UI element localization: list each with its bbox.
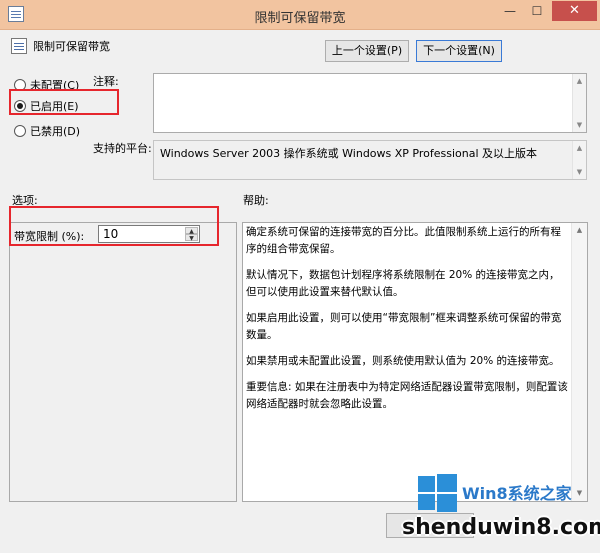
- scroll-up-icon[interactable]: ▲: [572, 223, 587, 238]
- highlight-box-bandwidth: [9, 206, 219, 246]
- help-paragraph: 默认情况下，数据包计划程序将系统限制在 20% 的连接带宽之内，但可以使用此设置…: [246, 269, 560, 298]
- scroll-up-icon[interactable]: ▲: [573, 141, 586, 155]
- options-panel: [9, 222, 237, 502]
- windows-logo-icon: [418, 474, 457, 512]
- comment-label: 注释:: [93, 75, 119, 88]
- close-button[interactable]: ✕: [552, 1, 597, 21]
- radio-label: 已禁用(D): [30, 125, 81, 138]
- help-paragraph: 如果启用此设置，则可以使用“带宽限制”框来调整系统可保留的带宽数量。: [246, 312, 562, 341]
- watermark-url: shenduwin8.com: [402, 515, 600, 540]
- policy-icon: [11, 38, 27, 54]
- radio-circle[interactable]: [14, 125, 26, 137]
- watermark-brand: Win8系统之家: [462, 484, 572, 503]
- help-label: 帮助:: [243, 194, 269, 207]
- radio-disabled[interactable]: 已禁用(D): [14, 123, 80, 139]
- comment-scrollbar[interactable]: ▲ ▼: [572, 74, 586, 132]
- scroll-down-icon[interactable]: ▼: [572, 486, 587, 501]
- help-paragraph: 确定系统可保留的连接带宽的百分比。此值限制系统上运行的所有程序的组合带宽保留。: [246, 226, 561, 255]
- policy-name: 限制可保留带宽: [33, 40, 110, 53]
- maximize-button[interactable]: ☐: [524, 1, 550, 21]
- comment-textarea[interactable]: ▲ ▼: [153, 73, 587, 133]
- minimize-button[interactable]: —: [497, 1, 523, 21]
- title-bar: 限制可保留带宽 — ☐ ✕: [0, 0, 600, 30]
- help-paragraph: 如果禁用或未配置此设置，则系统使用默认值为 20% 的连接带宽。: [246, 355, 560, 367]
- platform-scrollbar[interactable]: ▲ ▼: [572, 141, 586, 179]
- platform-label: 支持的平台:: [93, 142, 152, 155]
- highlight-box-enabled: [9, 89, 119, 115]
- scroll-down-icon[interactable]: ▼: [573, 165, 586, 179]
- next-setting-button[interactable]: 下一个设置(N): [416, 40, 502, 62]
- help-text-panel: 确定系统可保留的连接带宽的百分比。此值限制系统上运行的所有程序的组合带宽保留。 …: [242, 222, 588, 502]
- previous-setting-button[interactable]: 上一个设置(P): [325, 40, 409, 62]
- scroll-down-icon[interactable]: ▼: [573, 118, 586, 132]
- platform-box: Windows Server 2003 操作系统或 Windows XP Pro…: [153, 140, 587, 180]
- scroll-up-icon[interactable]: ▲: [573, 74, 586, 88]
- platform-value: Windows Server 2003 操作系统或 Windows XP Pro…: [160, 147, 538, 160]
- help-paragraph: 重要信息: 如果在注册表中为特定网络适配器设置带宽限制，则配置该网络适配器时就会…: [246, 381, 568, 410]
- help-scrollbar[interactable]: ▲ ▼: [571, 223, 587, 501]
